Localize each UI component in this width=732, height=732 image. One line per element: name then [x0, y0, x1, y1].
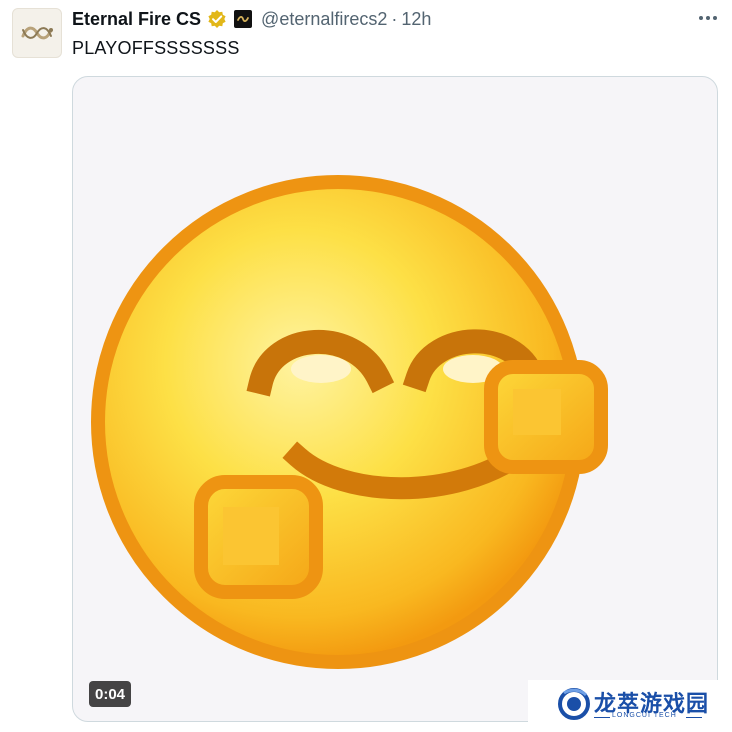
video-duration-badge: 0:04: [89, 681, 132, 707]
video-player[interactable]: 0:04: [72, 76, 718, 722]
avatar[interactable]: [12, 8, 62, 58]
smug-smiley-face-emoji: [91, 175, 608, 669]
affiliate-badge-icon[interactable]: [233, 9, 253, 29]
tweet-text: PLAYOFFSSSSSSS: [72, 38, 240, 58]
watermark: 龙萃游戏园 LONGCUI TECH: [528, 680, 732, 732]
watermark-line-right: [686, 717, 702, 718]
tweet-header: Eternal Fire CS @eternalfirecs2 · 12h: [72, 8, 431, 30]
display-name[interactable]: Eternal Fire CS: [72, 9, 201, 30]
verified-badge-icon[interactable]: [207, 9, 227, 29]
separator-dot: ·: [391, 8, 398, 29]
watermark-subtext: LONGCUI TECH: [612, 712, 677, 719]
longcui-logo-icon: [558, 688, 590, 720]
user-handle[interactable]: @eternalfirecs2: [261, 9, 387, 30]
more-options-icon[interactable]: [694, 8, 722, 28]
tweet[interactable]: Eternal Fire CS @eternalfirecs2 · 12h PL…: [0, 0, 732, 732]
dragon-logo-icon: [21, 26, 53, 40]
timestamp[interactable]: 12h: [401, 9, 431, 30]
watermark-line-left: [594, 717, 610, 718]
